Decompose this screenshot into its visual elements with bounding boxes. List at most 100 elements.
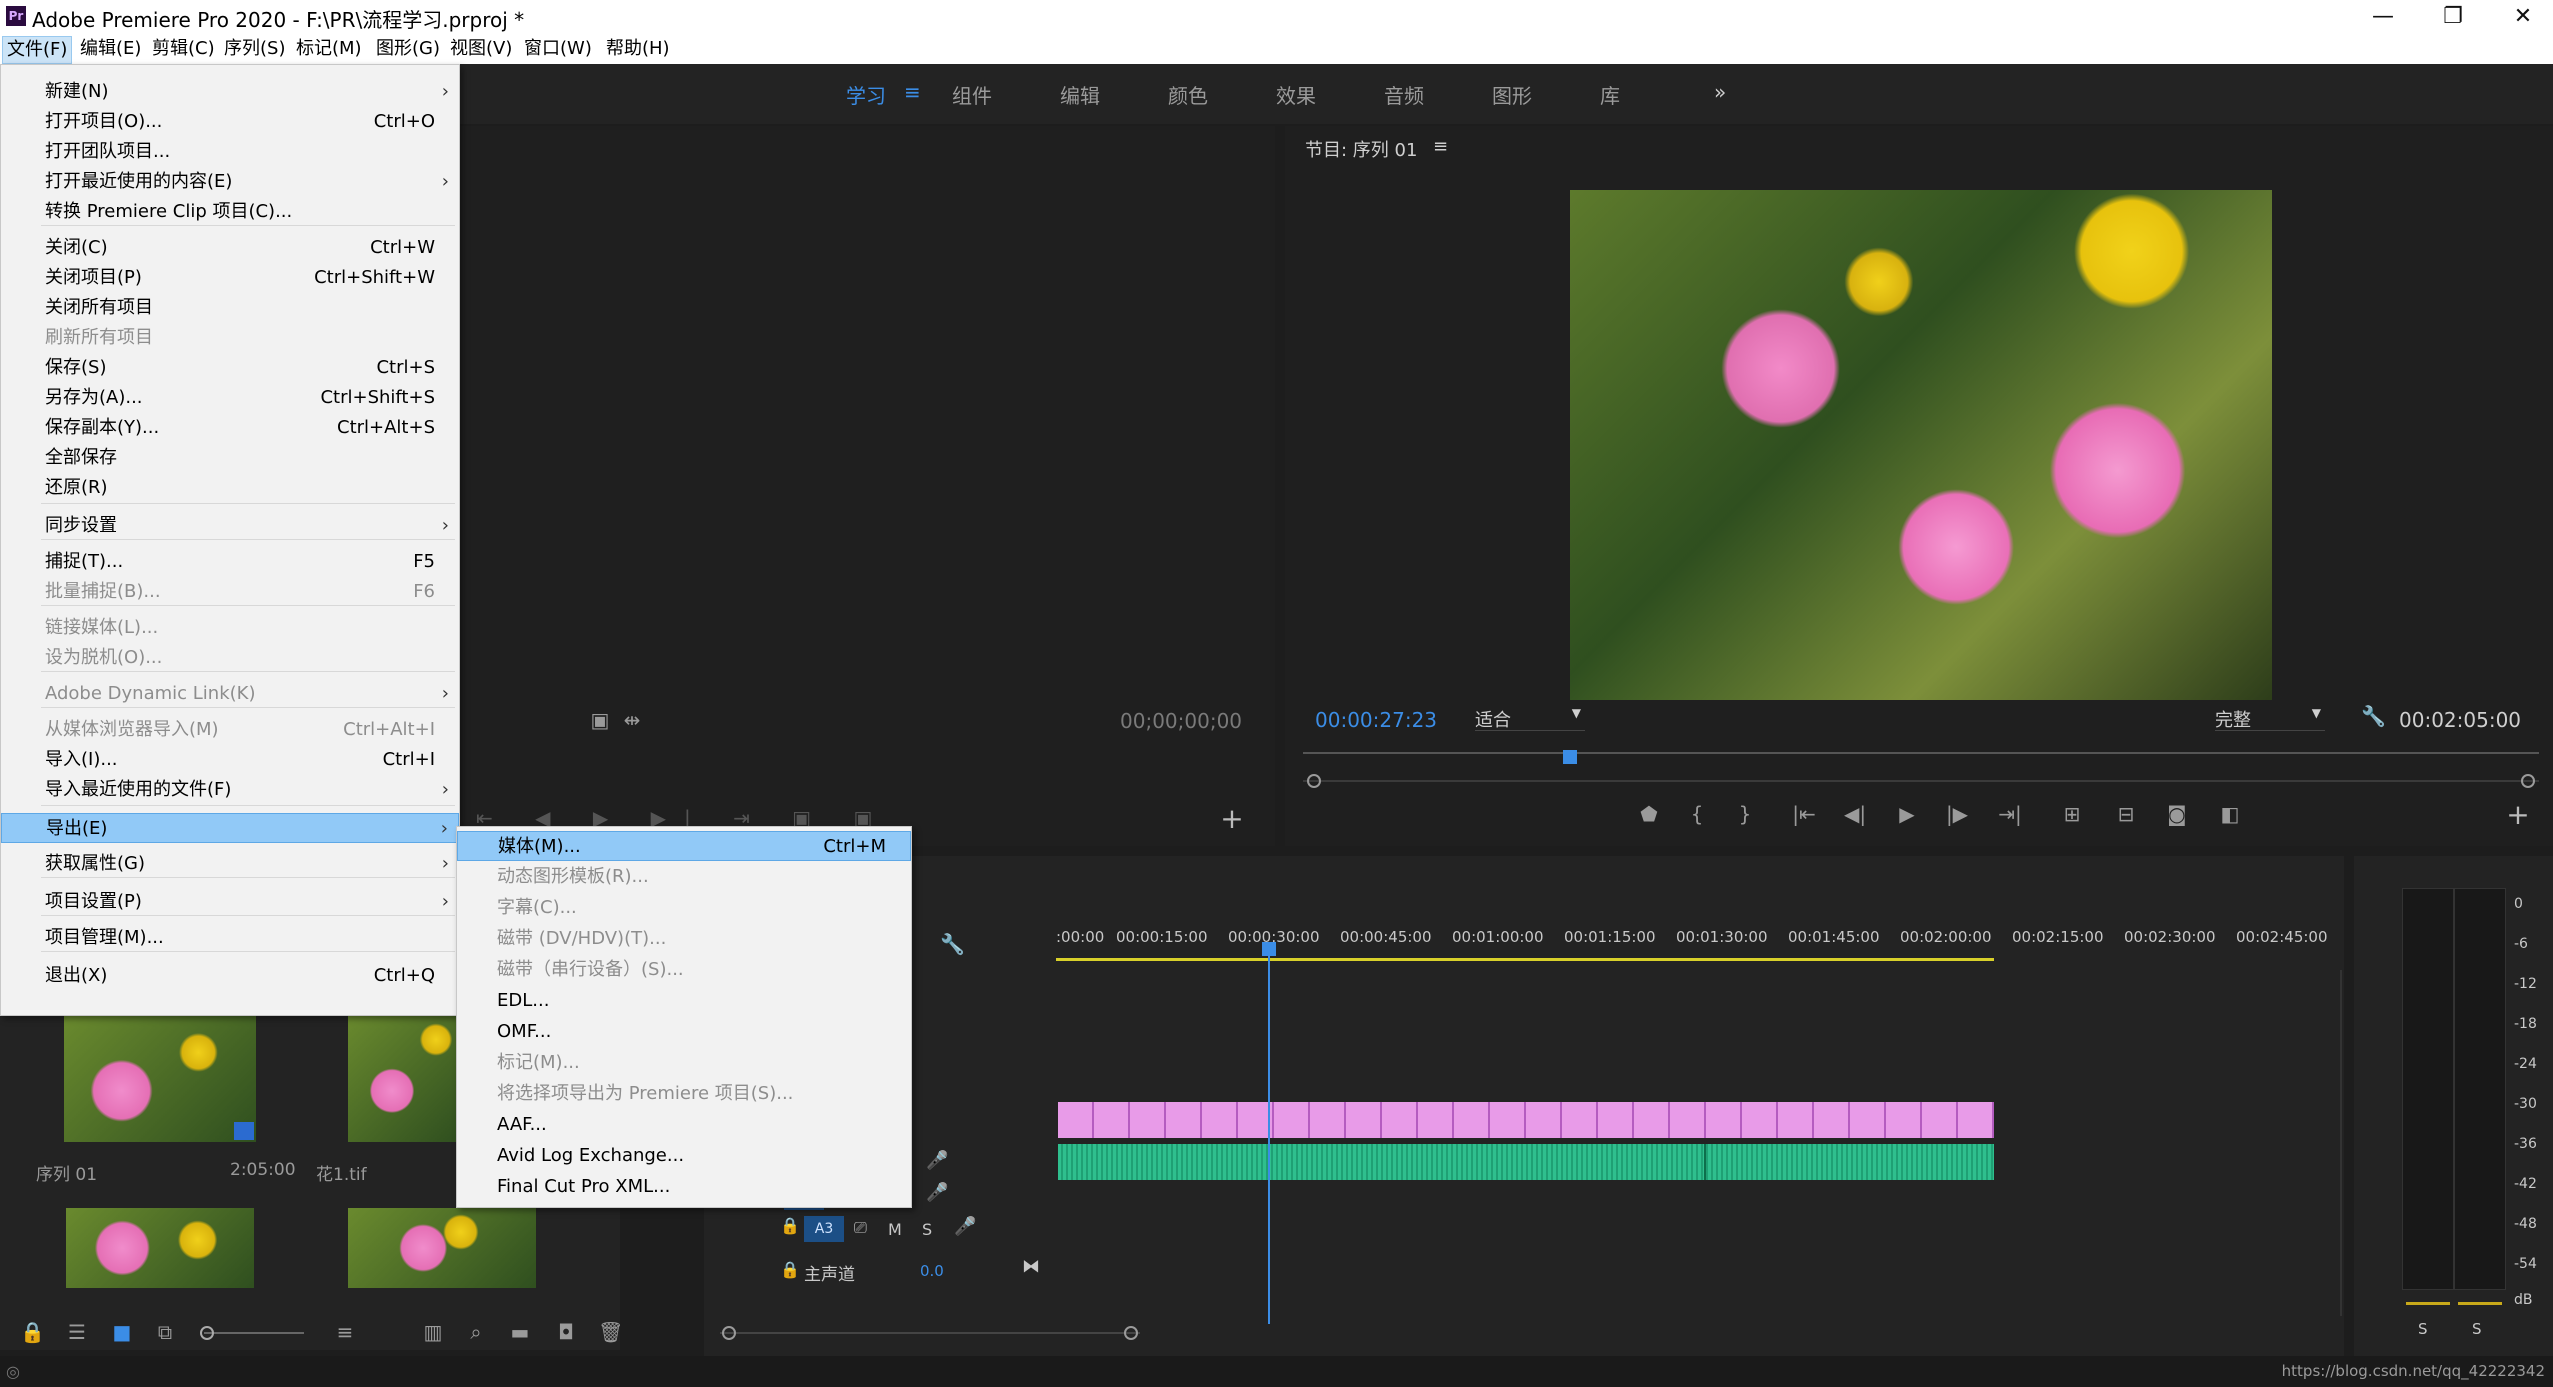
master-track-volume[interactable]: 0.0 bbox=[920, 1262, 944, 1280]
file-menu-item[interactable]: 转换 Premiere Clip 项目(C)... bbox=[1, 197, 459, 227]
extract-icon[interactable]: ⊟ bbox=[2111, 802, 2141, 826]
wrench-icon[interactable]: 🔧 bbox=[2361, 704, 2386, 728]
zoom-handle-left[interactable] bbox=[1307, 774, 1321, 788]
workspace-editing[interactable]: 编辑 bbox=[1060, 80, 1100, 109]
find-icon[interactable]: ⌕ bbox=[464, 1320, 488, 1344]
file-menu-item[interactable]: 设为脱机(O)... bbox=[1, 643, 459, 673]
file-menu-item[interactable]: 批量捕捉(B)... F6 bbox=[1, 577, 459, 607]
file-menu-item[interactable]: 退出(X) Ctrl+Q bbox=[1, 961, 459, 991]
file-menu-item[interactable]: 全部保存 bbox=[1, 443, 459, 473]
lift-icon[interactable]: ⊞ bbox=[2057, 802, 2087, 826]
trash-icon[interactable]: 🗑 bbox=[598, 1320, 623, 1344]
source-split-icon[interactable]: ⇹ bbox=[622, 708, 642, 732]
program-ruler[interactable] bbox=[1303, 752, 2539, 754]
more-workspaces-icon[interactable]: » bbox=[1714, 80, 1726, 104]
export-menu-item[interactable]: AAF... bbox=[457, 1110, 911, 1140]
file-menu-item[interactable]: 打开最近使用的内容(E) › bbox=[1, 167, 459, 197]
file-menu-item[interactable]: 同步设置 › bbox=[1, 511, 459, 541]
timeline-scrollbar[interactable] bbox=[720, 1332, 1140, 1334]
project-item-name[interactable]: 花1.tif bbox=[316, 1160, 367, 1185]
file-menu-item[interactable]: 导出(E) › bbox=[1, 813, 459, 843]
mark-in-icon[interactable]: { bbox=[1685, 802, 1709, 826]
program-add-button-icon[interactable]: + bbox=[2503, 798, 2533, 831]
go-to-out-icon[interactable]: ⇥| bbox=[1995, 802, 2025, 826]
timeline-scroll-handle-left[interactable] bbox=[722, 1326, 736, 1340]
project-thumb[interactable] bbox=[348, 1208, 536, 1288]
new-bin-icon[interactable]: ▬ bbox=[508, 1320, 532, 1344]
file-menu-item[interactable]: 获取属性(G) › bbox=[1, 849, 459, 879]
lock-icon[interactable]: 🔒 bbox=[780, 1260, 800, 1279]
fit-dropdown[interactable]: 适合 ▼ bbox=[1475, 706, 1585, 731]
track-a3-solo[interactable]: S bbox=[922, 1220, 932, 1239]
menu-marker[interactable]: 标记(M) bbox=[292, 36, 366, 62]
project-thumb-image[interactable] bbox=[348, 1014, 458, 1142]
export-menu-item[interactable]: 标记(M)... bbox=[457, 1048, 911, 1078]
program-zoom-bar[interactable] bbox=[1303, 780, 2539, 782]
export-menu-item[interactable]: EDL... bbox=[457, 986, 911, 1016]
program-current-timecode[interactable]: 00:00:27:23 bbox=[1315, 708, 1437, 732]
zoom-handle-right[interactable] bbox=[2521, 774, 2535, 788]
file-menu-item[interactable]: 从媒体浏览器导入(M) Ctrl+Alt+I bbox=[1, 715, 459, 745]
timeline-wrench-icon[interactable]: 🔧 bbox=[940, 932, 965, 956]
menu-help[interactable]: 帮助(H) bbox=[602, 36, 674, 62]
program-playhead[interactable] bbox=[1562, 750, 1577, 764]
workspace-learning[interactable]: 学习 bbox=[846, 80, 886, 109]
workspace-menu-icon[interactable]: ≡ bbox=[904, 80, 921, 104]
menu-graphics[interactable]: 图形(G) bbox=[372, 36, 444, 62]
export-menu-item[interactable]: Avid Log Exchange... bbox=[457, 1141, 911, 1171]
freeform-view-icon[interactable]: ⧉ bbox=[150, 1320, 180, 1344]
timeline-scroll-handle-right[interactable] bbox=[1124, 1326, 1138, 1340]
track-a3-label[interactable]: A3 bbox=[804, 1216, 844, 1242]
menu-view[interactable]: 视图(V) bbox=[446, 36, 516, 62]
go-to-in-icon[interactable]: |⇤ bbox=[1789, 802, 1819, 826]
project-thumb[interactable] bbox=[66, 1208, 254, 1288]
mark-out-icon[interactable]: } bbox=[1733, 802, 1757, 826]
mic-icon[interactable]: 🎤 bbox=[926, 1150, 948, 1171]
audio-clip-track[interactable] bbox=[1058, 1144, 1994, 1180]
file-menu-item[interactable]: Adobe Dynamic Link(K) › bbox=[1, 679, 459, 709]
work-area-bar[interactable] bbox=[1056, 958, 1994, 961]
export-menu-item[interactable]: 媒体(M)... Ctrl+M bbox=[457, 831, 911, 861]
file-menu-item[interactable]: 保存(S) Ctrl+S bbox=[1, 353, 459, 383]
menu-file[interactable]: 文件(F) bbox=[2, 36, 73, 64]
workspace-graphics[interactable]: 图形 bbox=[1492, 80, 1532, 109]
play-icon[interactable]: ▶ bbox=[1895, 802, 1919, 826]
file-menu-item[interactable]: 导入(I)... Ctrl+I bbox=[1, 745, 459, 775]
program-menu-icon[interactable]: ≡ bbox=[1433, 136, 1448, 157]
file-menu-item[interactable]: 另存为(A)... Ctrl+Shift+S bbox=[1, 383, 459, 413]
close-icon[interactable]: ✕ bbox=[2488, 0, 2553, 34]
automate-to-sequence-icon[interactable]: ▥ bbox=[418, 1320, 448, 1344]
export-menu-item[interactable]: 磁带 (DV/HDV)(T)... bbox=[457, 924, 911, 954]
add-marker-icon[interactable]: ⬟ bbox=[1637, 802, 1661, 826]
timeline-ruler[interactable]: :00:00 00:00:15:00 00:00:30:00 00:00:45:… bbox=[1056, 924, 2328, 954]
step-back-icon[interactable]: ◀| bbox=[1843, 802, 1867, 826]
restore-icon[interactable]: ❐ bbox=[2418, 0, 2488, 34]
comparison-view-icon[interactable]: ◧ bbox=[2215, 802, 2245, 826]
project-thumb-sequence[interactable] bbox=[64, 1014, 256, 1142]
export-menu-item[interactable]: 动态图形模板(R)... bbox=[457, 862, 911, 892]
step-forward-icon[interactable]: |▶ bbox=[1945, 802, 1969, 826]
file-menu-item[interactable]: 关闭项目(P) Ctrl+Shift+W bbox=[1, 263, 459, 293]
zoom-slider[interactable] bbox=[204, 1332, 304, 1334]
menu-clip[interactable]: 剪辑(C) bbox=[148, 36, 219, 62]
zoom-slider-handle[interactable] bbox=[200, 1326, 214, 1340]
timeline-v-scrollbar[interactable] bbox=[2340, 970, 2342, 1316]
export-menu-item[interactable]: 将选择项导出为 Premiere 项目(S)... bbox=[457, 1079, 911, 1109]
track-a3-mute[interactable]: M bbox=[888, 1220, 902, 1239]
export-frame-icon[interactable]: ◙ bbox=[2165, 802, 2189, 826]
lock-icon[interactable]: 🔒 bbox=[20, 1320, 45, 1344]
list-view-icon[interactable]: ☰ bbox=[62, 1320, 92, 1344]
file-menu-item[interactable]: 关闭(C) Ctrl+W bbox=[1, 233, 459, 263]
lock-icon[interactable]: 🔒 bbox=[780, 1216, 800, 1235]
minimize-icon[interactable]: — bbox=[2348, 0, 2418, 34]
menu-edit[interactable]: 编辑(E) bbox=[76, 36, 145, 62]
mic-icon[interactable]: 🎤 bbox=[926, 1182, 948, 1203]
file-menu-item[interactable]: 捕捉(T)... F5 bbox=[1, 547, 459, 577]
mic-icon[interactable]: 🎤 bbox=[954, 1216, 976, 1237]
workspace-effects[interactable]: 效果 bbox=[1276, 80, 1316, 109]
workspace-audio[interactable]: 音频 bbox=[1384, 80, 1424, 109]
file-menu-item[interactable]: 新建(N) › bbox=[1, 77, 459, 107]
file-menu-item[interactable]: 还原(R) bbox=[1, 473, 459, 503]
new-item-icon[interactable]: ◘ bbox=[554, 1320, 578, 1344]
workspace-assembly[interactable]: 组件 bbox=[952, 80, 992, 109]
